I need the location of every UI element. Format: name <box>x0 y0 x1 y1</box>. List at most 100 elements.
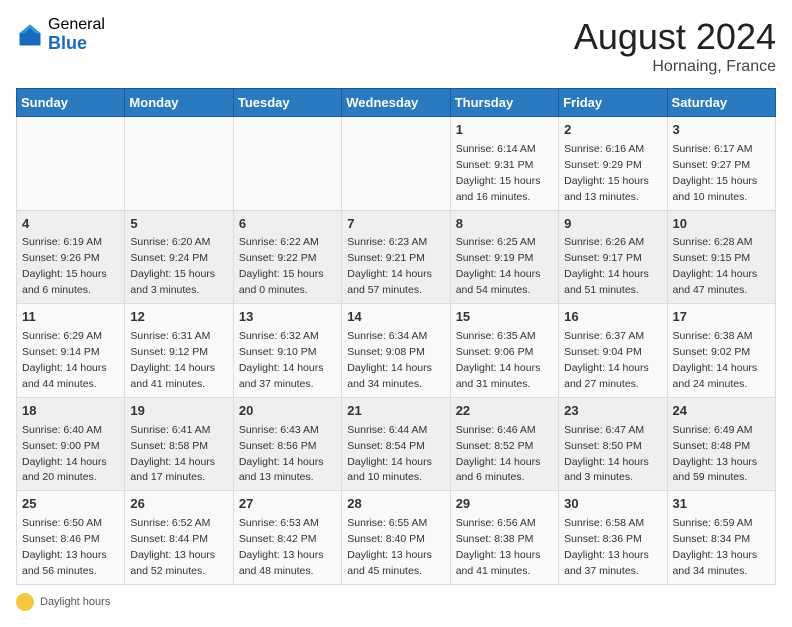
calendar-cell: 3 Sunrise: 6:17 AM Sunset: 9:27 PM Daylig… <box>667 117 775 211</box>
day-info: Sunrise: 6:26 AM Sunset: 9:17 PM Dayligh… <box>564 236 649 296</box>
day-info: Sunrise: 6:47 AM Sunset: 8:50 PM Dayligh… <box>564 424 649 484</box>
day-info: Sunrise: 6:56 AM Sunset: 8:38 PM Dayligh… <box>456 517 541 577</box>
day-number: 18 <box>22 402 119 421</box>
day-info: Sunrise: 6:34 AM Sunset: 9:08 PM Dayligh… <box>347 330 432 390</box>
col-header-wednesday: Wednesday <box>342 89 450 117</box>
day-info: Sunrise: 6:14 AM Sunset: 9:31 PM Dayligh… <box>456 143 541 203</box>
calendar-cell <box>17 117 125 211</box>
col-header-saturday: Saturday <box>667 89 775 117</box>
day-number: 2 <box>564 121 661 140</box>
calendar-cell: 10 Sunrise: 6:28 AM Sunset: 9:15 PM Dayli… <box>667 210 775 304</box>
logo-icon <box>16 21 44 49</box>
day-info: Sunrise: 6:29 AM Sunset: 9:14 PM Dayligh… <box>22 330 107 390</box>
calendar-week-0: 1 Sunrise: 6:14 AM Sunset: 9:31 PM Daylig… <box>17 117 776 211</box>
day-number: 13 <box>239 308 336 327</box>
day-number: 23 <box>564 402 661 421</box>
col-header-tuesday: Tuesday <box>233 89 341 117</box>
calendar-cell: 23 Sunrise: 6:47 AM Sunset: 8:50 PM Dayli… <box>559 397 667 491</box>
col-header-sunday: Sunday <box>17 89 125 117</box>
day-info: Sunrise: 6:17 AM Sunset: 9:27 PM Dayligh… <box>673 143 758 203</box>
calendar-cell: 14Sunrise: 6:34 AM Sunset: 9:08 PM Dayli… <box>342 304 450 398</box>
calendar-cell: 1 Sunrise: 6:14 AM Sunset: 9:31 PM Daylig… <box>450 117 558 211</box>
day-number: 3 <box>673 121 770 140</box>
day-info: Sunrise: 6:46 AM Sunset: 8:52 PM Dayligh… <box>456 424 541 484</box>
calendar-cell: 5Sunrise: 6:20 AM Sunset: 9:24 PM Daylig… <box>125 210 233 304</box>
calendar-cell <box>125 117 233 211</box>
day-number: 11 <box>22 308 119 327</box>
day-number: 30 <box>564 495 661 514</box>
day-number: 19 <box>130 402 227 421</box>
day-number: 16 <box>564 308 661 327</box>
calendar-cell: 20Sunrise: 6:43 AM Sunset: 8:56 PM Dayli… <box>233 397 341 491</box>
day-info: Sunrise: 6:53 AM Sunset: 8:42 PM Dayligh… <box>239 517 324 577</box>
calendar-cell: 22 Sunrise: 6:46 AM Sunset: 8:52 PM Dayli… <box>450 397 558 491</box>
day-info: Sunrise: 6:23 AM Sunset: 9:21 PM Dayligh… <box>347 236 432 296</box>
logo-blue: Blue <box>48 34 105 54</box>
calendar-cell: 17 Sunrise: 6:38 AM Sunset: 9:02 PM Dayli… <box>667 304 775 398</box>
daylight-label: Daylight hours <box>40 596 110 608</box>
day-info: Sunrise: 6:19 AM Sunset: 9:26 PM Dayligh… <box>22 236 107 296</box>
day-info: Sunrise: 6:25 AM Sunset: 9:19 PM Dayligh… <box>456 236 541 296</box>
calendar-cell: 11 Sunrise: 6:29 AM Sunset: 9:14 PM Dayli… <box>17 304 125 398</box>
day-number: 8 <box>456 215 553 234</box>
calendar-cell: 4 Sunrise: 6:19 AM Sunset: 9:26 PM Daylig… <box>17 210 125 304</box>
calendar-cell: 6Sunrise: 6:22 AM Sunset: 9:22 PM Daylig… <box>233 210 341 304</box>
day-info: Sunrise: 6:28 AM Sunset: 9:15 PM Dayligh… <box>673 236 758 296</box>
day-number: 26 <box>130 495 227 514</box>
day-number: 27 <box>239 495 336 514</box>
calendar-cell <box>342 117 450 211</box>
day-info: Sunrise: 6:37 AM Sunset: 9:04 PM Dayligh… <box>564 330 649 390</box>
month-year: August 2024 <box>574 16 776 58</box>
calendar-cell <box>233 117 341 211</box>
calendar-cell: 9 Sunrise: 6:26 AM Sunset: 9:17 PM Daylig… <box>559 210 667 304</box>
day-info: Sunrise: 6:32 AM Sunset: 9:10 PM Dayligh… <box>239 330 324 390</box>
calendar-week-4: 25Sunrise: 6:50 AM Sunset: 8:46 PM Dayli… <box>17 491 776 585</box>
day-number: 5 <box>130 215 227 234</box>
day-info: Sunrise: 6:44 AM Sunset: 8:54 PM Dayligh… <box>347 424 432 484</box>
day-number: 24 <box>673 402 770 421</box>
calendar-cell: 12 Sunrise: 6:31 AM Sunset: 9:12 PM Dayli… <box>125 304 233 398</box>
day-number: 12 <box>130 308 227 327</box>
day-number: 22 <box>456 402 553 421</box>
col-header-thursday: Thursday <box>450 89 558 117</box>
calendar-cell: 2 Sunrise: 6:16 AM Sunset: 9:29 PM Daylig… <box>559 117 667 211</box>
day-number: 10 <box>673 215 770 234</box>
calendar-cell: 25Sunrise: 6:50 AM Sunset: 8:46 PM Dayli… <box>17 491 125 585</box>
day-info: Sunrise: 6:49 AM Sunset: 8:48 PM Dayligh… <box>673 424 758 484</box>
calendar-cell: 31 Sunrise: 6:59 AM Sunset: 8:34 PM Dayli… <box>667 491 775 585</box>
logo-general: General <box>48 16 105 34</box>
calendar-cell: 30 Sunrise: 6:58 AM Sunset: 8:36 PM Dayli… <box>559 491 667 585</box>
location: Hornaing, France <box>574 58 776 76</box>
logo-text: General Blue <box>48 16 105 53</box>
day-number: 4 <box>22 215 119 234</box>
footer: Daylight hours <box>16 593 776 611</box>
day-number: 1 <box>456 121 553 140</box>
day-info: Sunrise: 6:58 AM Sunset: 8:36 PM Dayligh… <box>564 517 649 577</box>
day-number: 31 <box>673 495 770 514</box>
calendar-week-1: 4 Sunrise: 6:19 AM Sunset: 9:26 PM Daylig… <box>17 210 776 304</box>
col-header-monday: Monday <box>125 89 233 117</box>
day-number: 9 <box>564 215 661 234</box>
day-number: 15 <box>456 308 553 327</box>
day-number: 28 <box>347 495 444 514</box>
calendar-cell: 21 Sunrise: 6:44 AM Sunset: 8:54 PM Dayli… <box>342 397 450 491</box>
logo: General Blue <box>16 16 105 53</box>
day-number: 21 <box>347 402 444 421</box>
day-info: Sunrise: 6:31 AM Sunset: 9:12 PM Dayligh… <box>130 330 215 390</box>
day-info: Sunrise: 6:59 AM Sunset: 8:34 PM Dayligh… <box>673 517 758 577</box>
day-number: 6 <box>239 215 336 234</box>
calendar-cell: 13 Sunrise: 6:32 AM Sunset: 9:10 PM Dayli… <box>233 304 341 398</box>
day-info: Sunrise: 6:38 AM Sunset: 9:02 PM Dayligh… <box>673 330 758 390</box>
day-number: 7 <box>347 215 444 234</box>
day-info: Sunrise: 6:55 AM Sunset: 8:40 PM Dayligh… <box>347 517 432 577</box>
calendar-cell: 7 Sunrise: 6:23 AM Sunset: 9:21 PM Daylig… <box>342 210 450 304</box>
calendar-cell: 28 Sunrise: 6:55 AM Sunset: 8:40 PM Dayli… <box>342 491 450 585</box>
calendar-cell: 16 Sunrise: 6:37 AM Sunset: 9:04 PM Dayli… <box>559 304 667 398</box>
title-block: August 2024 Hornaing, France <box>574 16 776 76</box>
day-number: 17 <box>673 308 770 327</box>
day-number: 25 <box>22 495 119 514</box>
day-info: Sunrise: 6:16 AM Sunset: 9:29 PM Dayligh… <box>564 143 649 203</box>
day-number: 29 <box>456 495 553 514</box>
calendar-cell: 8 Sunrise: 6:25 AM Sunset: 9:19 PM Daylig… <box>450 210 558 304</box>
day-info: Sunrise: 6:40 AM Sunset: 9:00 PM Dayligh… <box>22 424 107 484</box>
